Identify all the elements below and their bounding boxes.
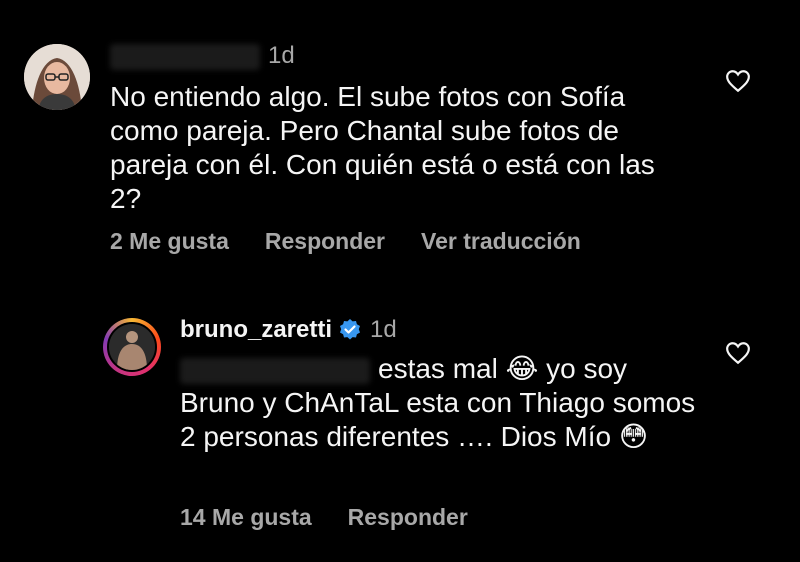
mention-blurred[interactable] [180,357,370,384]
reply-header: bruno_zaretti 1d [180,316,397,344]
avatar-portrait [109,324,155,370]
verified-badge-icon [340,319,361,340]
reply-time: 1d [370,316,397,343]
comment-time: 1d [268,42,295,69]
reply-button[interactable]: Responder [265,228,385,255]
likes-count[interactable]: 14 Me gusta [180,504,312,531]
heart-icon[interactable] [725,68,751,94]
avatar-portrait [24,44,90,110]
likes-count[interactable]: 2 Me gusta [110,228,229,255]
comment-actions: 2 Me gusta Responder Ver traducción [110,228,581,255]
reply-actions: 14 Me gusta Responder [180,504,468,531]
commenter-avatar[interactable] [24,44,90,110]
translate-button[interactable]: Ver traducción [421,228,581,255]
heart-icon[interactable] [725,340,751,366]
bruno-avatar[interactable] [107,322,157,372]
reply-button[interactable]: Responder [348,504,468,531]
reply-text-block: estas mal 😂 yo soy Bruno y ChAnTaL esta … [180,352,700,454]
commenter-username-blurred[interactable] [110,44,260,70]
reply-username[interactable]: bruno_zaretti [180,316,332,344]
comment-text: No entiendo algo. El sube fotos con Sofí… [110,81,655,214]
